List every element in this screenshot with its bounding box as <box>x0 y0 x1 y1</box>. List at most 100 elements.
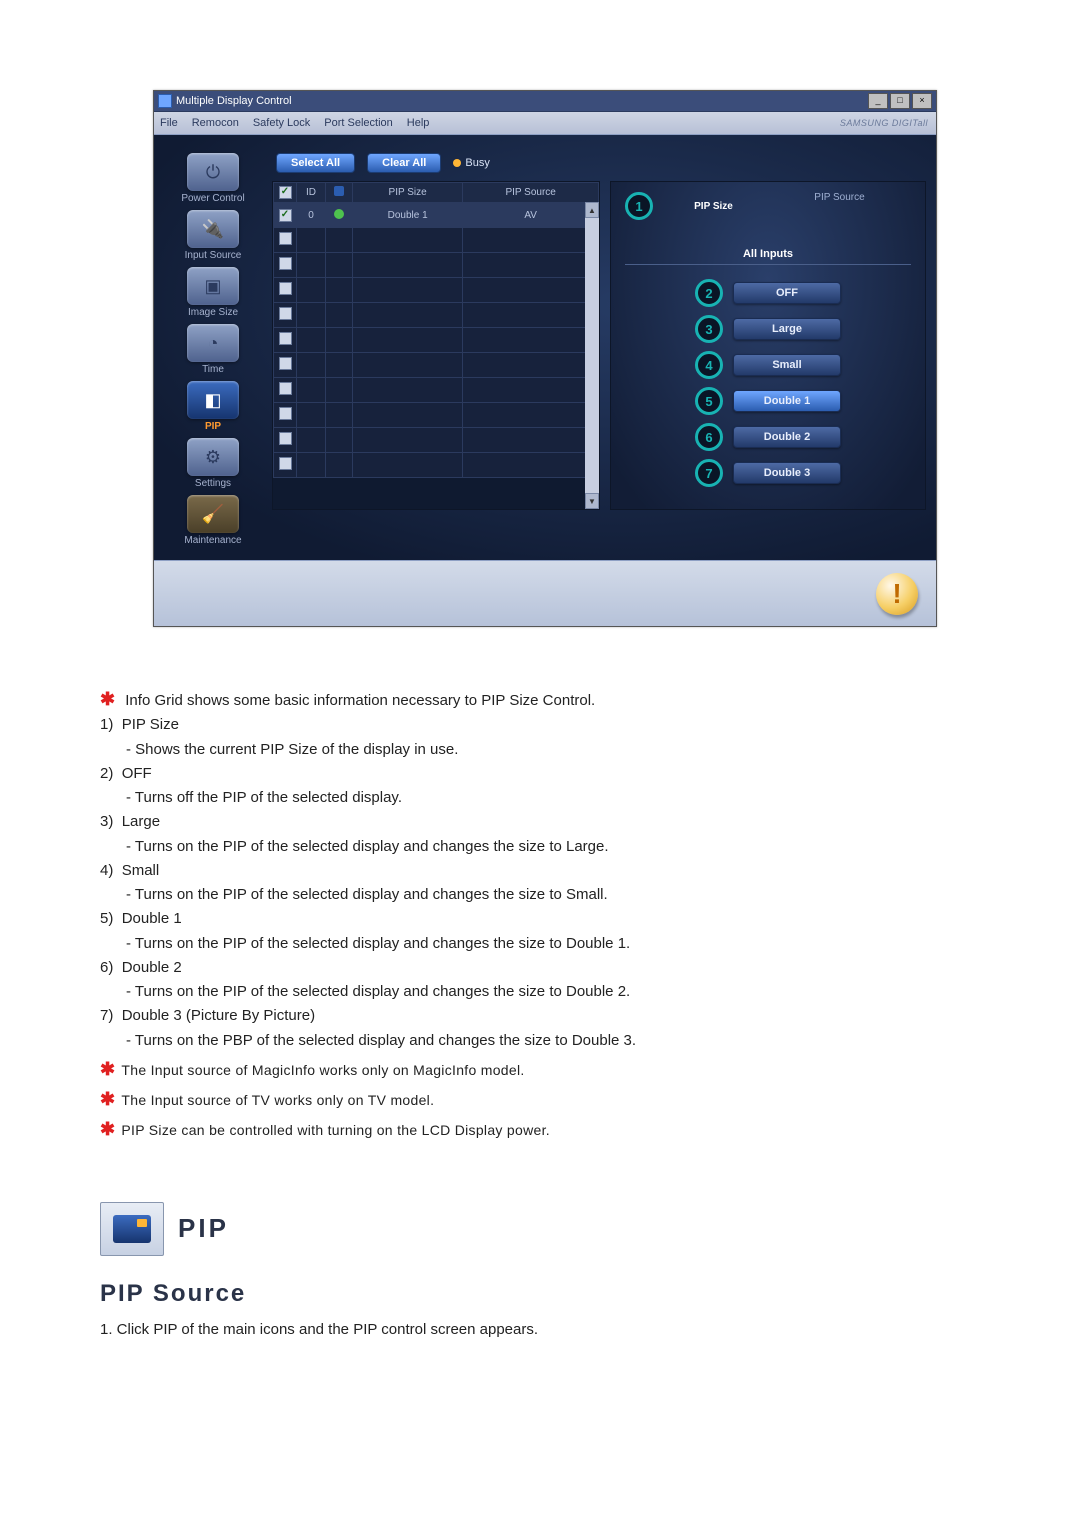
row-checkbox[interactable] <box>279 232 292 245</box>
menu-remocon[interactable]: Remocon <box>192 117 239 129</box>
row-checkbox[interactable] <box>279 357 292 370</box>
item-desc: - Turns on the PIP of the selected displ… <box>126 982 990 1002</box>
item-num: 6) <box>100 959 113 976</box>
maximize-button[interactable]: □ <box>890 93 910 109</box>
menu-port-selection[interactable]: Port Selection <box>324 117 392 129</box>
row-checkbox[interactable] <box>279 432 292 445</box>
app-icon <box>158 94 172 108</box>
clear-all-button[interactable]: Clear All <box>367 153 441 173</box>
table-row[interactable] <box>274 228 599 253</box>
item-desc: - Turns on the PIP of the selected displ… <box>126 934 990 954</box>
sidebar-item-label: Input Source <box>163 250 263 261</box>
item-title: Large <box>122 813 160 830</box>
item-title: Double 1 <box>122 910 182 927</box>
power-icon: ⏻ <box>187 153 239 191</box>
option-double3[interactable]: Double 3 <box>733 462 841 484</box>
menu-help[interactable]: Help <box>407 117 430 129</box>
document-body: ✱ Info Grid shows some basic information… <box>100 687 990 1340</box>
sidebar-item-label: Settings <box>163 478 263 489</box>
row-checkbox[interactable] <box>279 307 292 320</box>
table-row[interactable] <box>274 303 599 328</box>
busy-dot-icon <box>453 159 461 167</box>
option-double1[interactable]: Double 1 <box>733 390 841 412</box>
panel-tab-pip-size[interactable]: PIP Size <box>659 201 768 212</box>
table-row[interactable] <box>274 253 599 278</box>
sidebar-item-power-control[interactable]: ⏻ Power Control <box>163 153 263 204</box>
status-header-icon <box>334 186 344 196</box>
sidebar-item-label: Maintenance <box>163 535 263 546</box>
menu-file[interactable]: File <box>160 117 178 129</box>
item-title: OFF <box>122 765 152 782</box>
sidebar-item-label: Power Control <box>163 193 263 204</box>
table-row[interactable]: 0 Double 1 AV <box>274 203 599 228</box>
table-row[interactable] <box>274 353 599 378</box>
item-desc: - Turns off the PIP of the selected disp… <box>126 788 990 808</box>
item-num: 3) <box>100 813 113 830</box>
sidebar-item-input-source[interactable]: 🔌 Input Source <box>163 210 263 261</box>
row-checkbox[interactable] <box>279 257 292 270</box>
star-icon: ✱ <box>100 689 115 709</box>
col-pip-size: PIP Size <box>353 183 463 203</box>
busy-label: Busy <box>465 157 489 169</box>
callout-4: 4 <box>695 351 723 379</box>
control-panel: 1 PIP Size PIP Source All Inputs 2 OFF <box>610 181 926 510</box>
app-window: Multiple Display Control _ □ × File Remo… <box>153 90 937 627</box>
item-title: Double 2 <box>122 959 182 976</box>
subsection-title: PIP Source <box>100 1278 990 1310</box>
header-checkbox[interactable] <box>279 186 292 199</box>
note-text: The Input source of MagicInfo works only… <box>121 1062 524 1078</box>
table-row[interactable] <box>274 278 599 303</box>
section-pip-icon <box>100 1202 164 1256</box>
callout-5: 5 <box>695 387 723 415</box>
note-text: The Input source of TV works only on TV … <box>121 1092 434 1108</box>
table-row[interactable] <box>274 453 599 478</box>
sidebar-item-image-size[interactable]: ▣ Image Size <box>163 267 263 318</box>
note-text: PIP Size can be controlled with turning … <box>121 1122 550 1138</box>
row-checkbox[interactable] <box>279 407 292 420</box>
item-title: Small <box>122 862 160 879</box>
panel-tab-pip-source[interactable]: PIP Source <box>768 192 911 220</box>
row-checkbox[interactable] <box>279 332 292 345</box>
subsection-line: 1. Click PIP of the main icons and the P… <box>100 1320 990 1340</box>
option-small[interactable]: Small <box>733 354 841 376</box>
info-grid: ID PIP Size PIP Source 0 Double 1 AV <box>272 181 600 510</box>
item-desc: - Turns on the PBP of the selected displ… <box>126 1031 990 1051</box>
option-double2[interactable]: Double 2 <box>733 426 841 448</box>
table-row[interactable] <box>274 428 599 453</box>
row-checkbox[interactable] <box>279 382 292 395</box>
maintenance-icon: 🧹 <box>187 495 239 533</box>
sidebar-item-label: Time <box>163 364 263 375</box>
item-title: Double 3 (Picture By Picture) <box>122 1007 315 1024</box>
sidebar-item-maintenance[interactable]: 🧹 Maintenance <box>163 495 263 546</box>
brand-label: SAMSUNG DIGITall <box>840 118 928 128</box>
close-button[interactable]: × <box>912 93 932 109</box>
titlebar: Multiple Display Control _ □ × <box>154 91 936 112</box>
minimize-button[interactable]: _ <box>868 93 888 109</box>
table-row[interactable] <box>274 403 599 428</box>
row-checkbox[interactable] <box>279 282 292 295</box>
panel-subhead: All Inputs <box>743 248 793 260</box>
scroll-down-icon[interactable]: ▼ <box>585 493 599 509</box>
star-icon: ✱ <box>100 1059 115 1079</box>
busy-indicator: Busy <box>453 157 489 169</box>
sidebar-item-settings[interactable]: ⚙ Settings <box>163 438 263 489</box>
col-pip-source: PIP Source <box>463 183 599 203</box>
sidebar-item-time[interactable]: ◔ Time <box>163 324 263 375</box>
option-large[interactable]: Large <box>733 318 841 340</box>
table-row[interactable] <box>274 378 599 403</box>
sidebar-item-pip[interactable]: ◧ PIP <box>163 381 263 432</box>
item-title: PIP Size <box>122 716 179 733</box>
option-off[interactable]: OFF <box>733 282 841 304</box>
menu-safety-lock[interactable]: Safety Lock <box>253 117 310 129</box>
pip-icon: ◧ <box>187 381 239 419</box>
star-icon: ✱ <box>100 1119 115 1139</box>
row-checkbox[interactable] <box>279 457 292 470</box>
table-row[interactable] <box>274 328 599 353</box>
callout-6: 6 <box>695 423 723 451</box>
grid-scrollbar[interactable]: ▲ ▼ <box>585 202 599 509</box>
item-num: 7) <box>100 1007 113 1024</box>
row-checkbox[interactable] <box>279 209 292 222</box>
image-size-icon: ▣ <box>187 267 239 305</box>
select-all-button[interactable]: Select All <box>276 153 355 173</box>
item-desc: - Turns on the PIP of the selected displ… <box>126 837 990 857</box>
